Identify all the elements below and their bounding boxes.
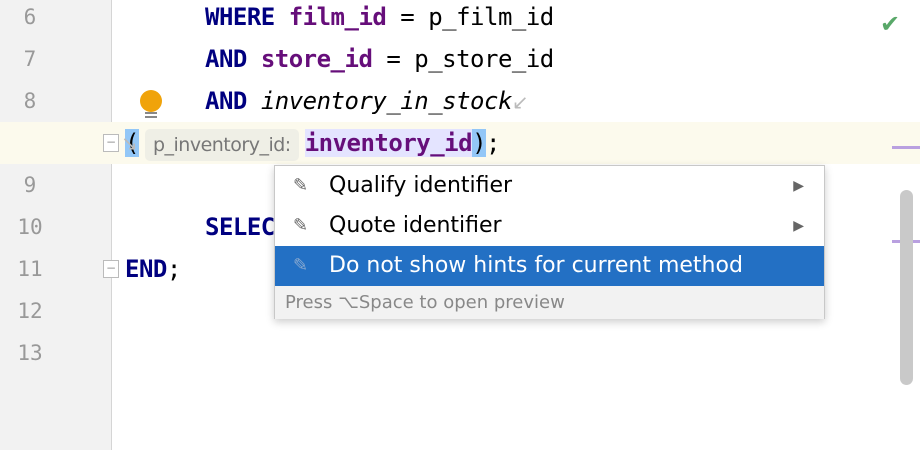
- column: store_id: [260, 45, 373, 73]
- code-text: = p_film_id: [386, 3, 554, 31]
- submenu-arrow-icon: ▶: [793, 178, 804, 194]
- menu-item-qualify-identifier[interactable]: ✎ Qualify identifier ▶: [275, 166, 824, 206]
- menu-item-do-not-show-hints[interactable]: ✎ Do not show hints for current method: [275, 246, 824, 286]
- fold-icon[interactable]: −: [103, 134, 119, 152]
- code-line-8[interactable]: AND inventory_in_stock↙: [205, 80, 529, 122]
- function-name: inventory_in_stock: [260, 87, 513, 115]
- menu-item-quote-identifier[interactable]: ✎ Quote identifier ▶: [275, 206, 824, 246]
- semicolon: ;: [166, 255, 181, 283]
- semicolon: ;: [486, 129, 500, 157]
- code-line-6[interactable]: WHERE film_id = p_film_id: [205, 0, 554, 38]
- line-number: 8: [23, 89, 37, 113]
- edit-icon: ✎: [293, 175, 309, 196]
- intention-popup: ✎ Qualify identifier ▶ ✎ Quote identifier ▶ …: [274, 165, 825, 319]
- code-line-11[interactable]: END;: [125, 248, 181, 290]
- code-line-10[interactable]: SELEC: [205, 206, 275, 248]
- fold-icon[interactable]: −: [103, 260, 119, 278]
- wrap-arrow-icon: ↘: [121, 131, 138, 155]
- column: film_id: [288, 3, 387, 31]
- line-number: 11: [17, 257, 43, 281]
- menu-item-label: Qualify identifier: [329, 173, 513, 198]
- scroll-marker[interactable]: [892, 146, 920, 149]
- line-number: 10: [17, 215, 43, 239]
- submenu-arrow-icon: ▶: [793, 218, 804, 234]
- keyword: AND: [205, 87, 247, 115]
- vertical-scrollbar[interactable]: [900, 190, 913, 385]
- edit-icon: ✎: [293, 255, 309, 276]
- line-number: 13: [17, 341, 43, 365]
- line-number: 7: [23, 47, 37, 71]
- code-text: = p_store_id: [372, 45, 554, 73]
- lightbulb-icon[interactable]: [140, 90, 162, 112]
- keyword: SELEC: [205, 213, 275, 241]
- edit-icon: ✎: [293, 215, 309, 236]
- parameter-hint[interactable]: p_inventory_id:: [144, 129, 299, 161]
- line-number: 9: [23, 173, 37, 197]
- keyword: END: [125, 255, 167, 283]
- code-line-8-continued[interactable]: ↘(p_inventory_id: inventory_id);: [121, 122, 500, 164]
- menu-item-label: Quote identifier: [329, 213, 502, 238]
- line-number: 12: [17, 299, 43, 323]
- no-problems-check-icon[interactable]: ✔: [880, 10, 900, 38]
- keyword: AND: [205, 45, 247, 73]
- line-number: 6: [23, 5, 37, 29]
- keyword: WHERE: [205, 3, 275, 31]
- paren-close: ): [472, 129, 487, 157]
- argument: inventory_id: [304, 129, 473, 157]
- wrap-arrow-icon: ↙: [511, 90, 529, 114]
- lightbulb-base: [145, 112, 157, 118]
- popup-footer: Press ⌥Space to open preview: [275, 286, 824, 319]
- menu-item-label: Do not show hints for current method: [329, 253, 743, 278]
- code-line-7[interactable]: AND store_id = p_store_id: [205, 38, 554, 80]
